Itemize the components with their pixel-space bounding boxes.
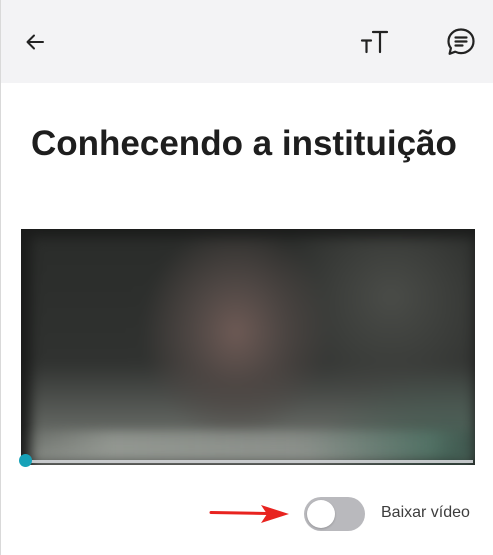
back-button[interactable]	[15, 22, 55, 62]
download-video-toggle[interactable]	[304, 497, 365, 531]
text-size-icon	[360, 30, 389, 54]
lesson-title: Conhecendo a instituição	[31, 124, 457, 163]
lesson-screen: Conhecendo a instituição Baixar vídeo	[0, 0, 493, 555]
red-arrow-icon	[209, 505, 289, 523]
top-bar	[1, 0, 493, 83]
chat-bubble-icon	[447, 28, 475, 55]
video-progress-bar[interactable]	[25, 460, 473, 463]
text-size-button[interactable]	[353, 22, 397, 62]
toggle-knob	[307, 500, 335, 528]
comments-button[interactable]	[439, 21, 483, 63]
video-progress-handle[interactable]	[19, 454, 32, 467]
video-player[interactable]	[21, 229, 475, 465]
download-video-label: Baixar vídeo	[381, 504, 470, 521]
video-frame-overlay	[21, 431, 475, 457]
arrow-left-icon	[26, 34, 44, 50]
